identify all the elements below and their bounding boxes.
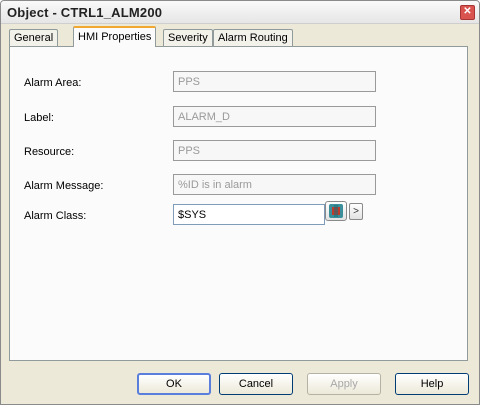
- label-label: Label:: [24, 112, 54, 124]
- alarm-message-label: Alarm Message:: [24, 180, 104, 192]
- alarm-area-label: Alarm Area:: [24, 77, 82, 89]
- alarm-message-field[interactable]: [173, 174, 376, 195]
- alarm-class-picker-button[interactable]: [325, 201, 347, 221]
- title-bar[interactable]: Object - CTRL1_ALM200 ✕: [1, 1, 479, 24]
- resource-label: Resource:: [24, 146, 75, 158]
- apply-button: Apply: [307, 373, 381, 395]
- hmi-properties-panel: Alarm Area: Label: Resource: Alarm Messa…: [9, 46, 468, 361]
- ok-button[interactable]: OK: [137, 373, 211, 395]
- help-button[interactable]: Help: [395, 373, 469, 395]
- label-field[interactable]: [173, 106, 376, 127]
- alarm-class-picker-icon: [329, 204, 343, 218]
- cancel-button[interactable]: Cancel: [219, 373, 293, 395]
- alarm-class-label: Alarm Class:: [24, 210, 87, 222]
- alarm-area-field[interactable]: [173, 71, 376, 92]
- tab-alarm-routing[interactable]: Alarm Routing: [213, 29, 293, 46]
- tab-hmi-properties[interactable]: HMI Properties: [73, 26, 157, 47]
- resource-field[interactable]: [173, 140, 376, 161]
- window-title: Object - CTRL1_ALM200: [7, 5, 163, 20]
- alarm-class-field[interactable]: [173, 204, 325, 225]
- tab-general[interactable]: General: [9, 29, 59, 46]
- tab-severity[interactable]: Severity: [163, 29, 213, 46]
- close-icon[interactable]: ✕: [460, 5, 475, 20]
- dialog-window: Object - CTRL1_ALM200 ✕ General HMI Prop…: [0, 0, 480, 405]
- browse-arrow-button[interactable]: >: [349, 203, 363, 220]
